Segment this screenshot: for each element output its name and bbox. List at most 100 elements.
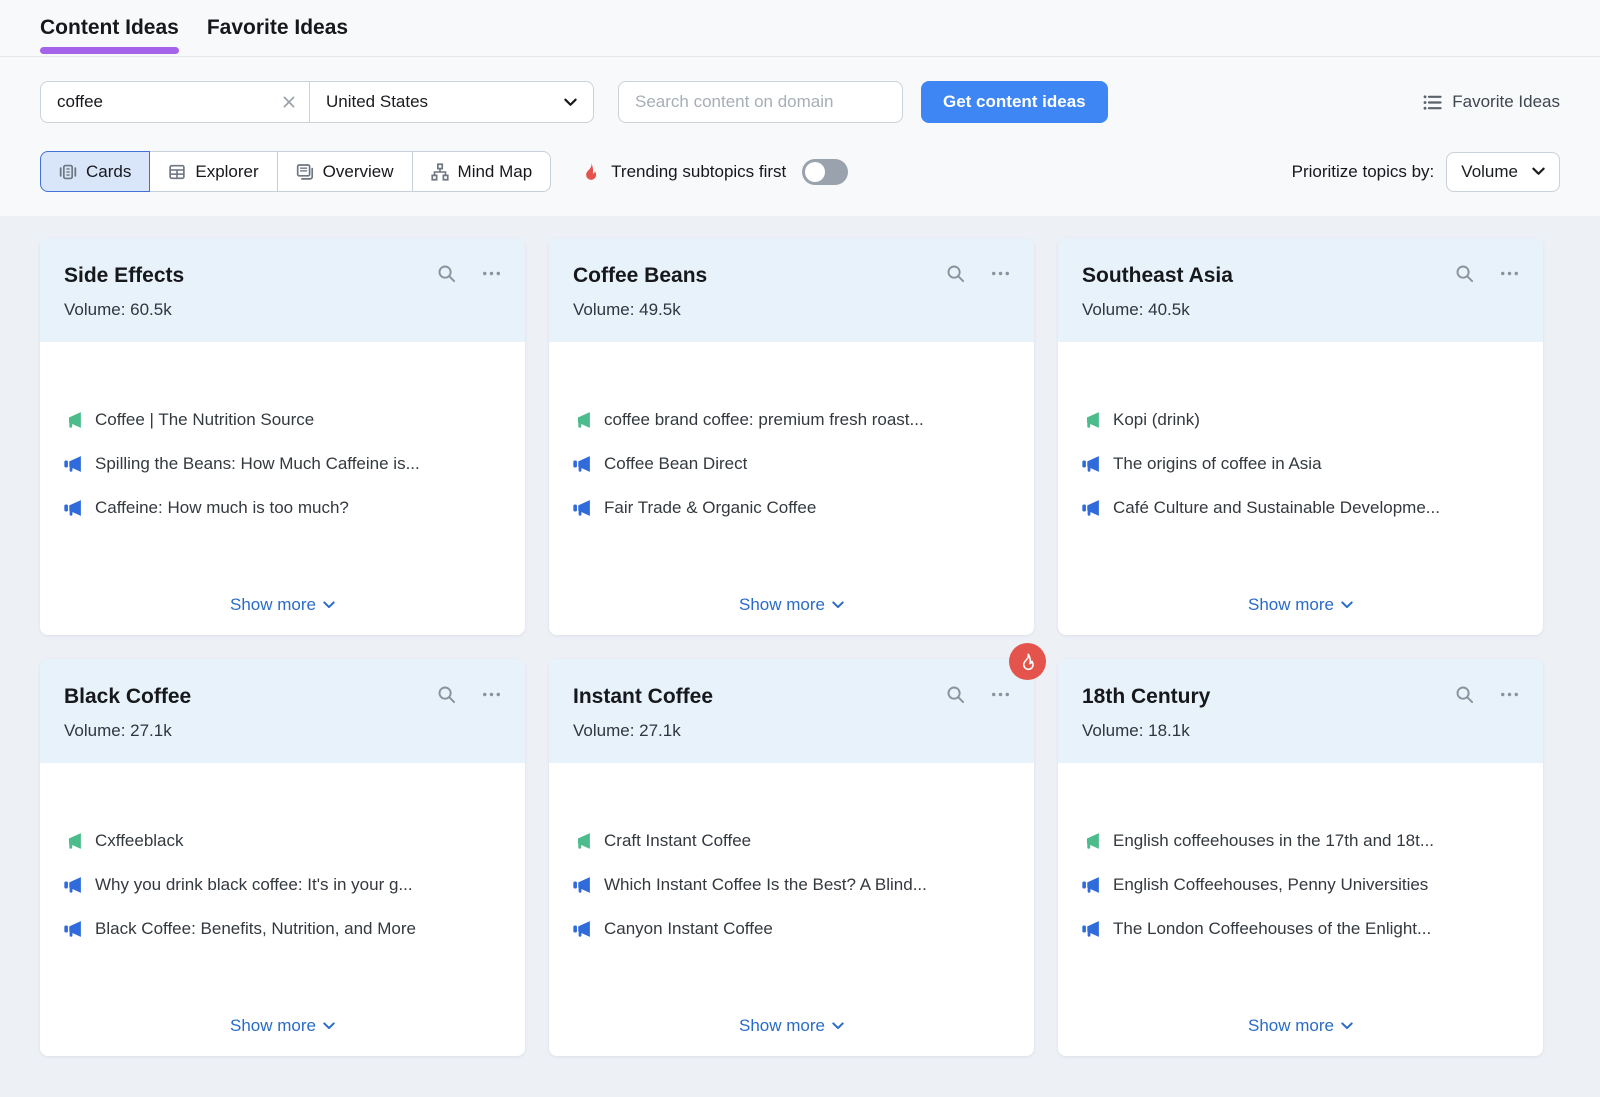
idea-link[interactable]: coffee brand coffee: premium fresh roast… [573,398,1010,442]
chevron-down-icon [1341,601,1353,609]
idea-link[interactable]: Fair Trade & Organic Coffee [573,486,1010,530]
card-header: Southeast Asia Volume: 40.5k [1058,238,1543,342]
view-button-overview[interactable]: Overview [277,151,413,192]
trending-toggle[interactable] [802,159,848,185]
idea-link[interactable]: Black Coffee: Benefits, Nutrition, and M… [64,907,501,951]
view-button-explorer[interactable]: Explorer [149,151,277,192]
card-volume: Volume: 18.1k [1082,721,1519,741]
trending-filter: Trending subtopics first [581,159,848,185]
more-menu-icon[interactable] [482,685,501,704]
search-icon[interactable] [946,264,965,283]
idea-text: Craft Instant Coffee [604,831,751,851]
idea-link[interactable]: Craft Instant Coffee [573,819,1010,863]
more-menu-icon[interactable] [1500,264,1519,283]
megaphone-blue-icon [573,499,591,517]
idea-link[interactable]: Caffeine: How much is too much? [64,486,501,530]
chevron-down-icon [323,601,335,609]
card-title: Coffee Beans [573,264,707,288]
tab-content-ideas[interactable]: Content Ideas [40,0,179,56]
show-more-link[interactable]: Show more [1248,1016,1353,1042]
card-body: Cxffeeblack Why you drink black coffee: … [40,763,525,1056]
megaphone-green-icon [573,832,591,850]
topic-card-18th-century: 18th Century Volume: 18.1k English coffe… [1058,659,1543,1056]
show-more-link[interactable]: Show more [230,595,335,621]
fire-icon [581,162,601,182]
megaphone-green-icon [573,411,591,429]
show-more-link[interactable]: Show more [739,595,844,621]
topic-card-coffee-beans: Coffee Beans Volume: 49.5k coffee brand … [549,238,1034,635]
more-menu-icon[interactable] [1500,685,1519,704]
megaphone-green-icon [1082,411,1100,429]
idea-link[interactable]: English coffeehouses in the 17th and 18t… [1082,819,1519,863]
more-menu-icon[interactable] [482,264,501,283]
search-icon[interactable] [437,685,456,704]
favorite-ideas-link[interactable]: Favorite Ideas [1423,92,1560,112]
megaphone-blue-icon [1082,876,1100,894]
idea-text: coffee brand coffee: premium fresh roast… [604,410,924,430]
idea-text: Spilling the Beans: How Much Caffeine is… [95,454,420,474]
search-icon[interactable] [946,685,965,704]
card-volume: Volume: 49.5k [573,300,1010,320]
tab-favorite-ideas[interactable]: Favorite Ideas [207,0,348,56]
search-icon[interactable] [437,264,456,283]
idea-link[interactable]: Canyon Instant Coffee [573,907,1010,951]
view-button-cards[interactable]: Cards [40,151,150,192]
megaphone-blue-icon [573,876,591,894]
idea-link[interactable]: The origins of coffee in Asia [1082,442,1519,486]
card-body: Craft Instant Coffee Which Instant Coffe… [549,763,1034,1056]
fire-icon [1017,651,1039,673]
idea-link[interactable]: Spilling the Beans: How Much Caffeine is… [64,442,501,486]
idea-link[interactable]: Kopi (drink) [1082,398,1519,442]
view-button-cards-label: Cards [86,162,131,182]
tab-content-ideas-label: Content Ideas [40,16,179,40]
chevron-down-icon [832,601,844,609]
card-body: Kopi (drink) The origins of coffee in As… [1058,342,1543,635]
topic-card-side-effects: Side Effects Volume: 60.5k Coffee | The … [40,238,525,635]
idea-link[interactable]: Why you drink black coffee: It's in your… [64,863,501,907]
prioritize-select[interactable]: Volume [1446,152,1560,192]
idea-link[interactable]: English Coffeehouses, Penny Universities [1082,863,1519,907]
idea-link[interactable]: Coffee | The Nutrition Source [64,398,501,442]
search-icon[interactable] [1455,685,1474,704]
idea-text: English Coffeehouses, Penny Universities [1113,875,1428,895]
card-title: Southeast Asia [1082,264,1233,288]
more-menu-icon[interactable] [991,264,1010,283]
idea-link[interactable]: Which Instant Coffee Is the Best? A Blin… [573,863,1010,907]
more-menu-icon[interactable] [991,685,1010,704]
chevron-down-icon [1532,167,1545,176]
chevron-down-icon [1341,1022,1353,1030]
idea-link[interactable]: The London Coffeehouses of the Enlight..… [1082,907,1519,951]
idea-link[interactable]: Coffee Bean Direct [573,442,1010,486]
card-title: 18th Century [1082,685,1210,709]
idea-link[interactable]: Café Culture and Sustainable Developme..… [1082,486,1519,530]
idea-text: Café Culture and Sustainable Developme..… [1113,498,1440,518]
megaphone-blue-icon [573,455,591,473]
top-zone: Content Ideas Favorite Ideas United Stat… [0,0,1600,216]
idea-text: The London Coffeehouses of the Enlight..… [1113,919,1431,939]
country-select[interactable]: United States [309,81,594,123]
view-button-mindmap[interactable]: Mind Map [412,151,552,192]
get-content-ideas-button[interactable]: Get content ideas [921,81,1108,123]
megaphone-blue-icon [64,455,82,473]
sitemap-icon [431,163,449,181]
search-icon[interactable] [1455,264,1474,283]
view-toolbar: Cards Explorer Overview Mind Map Trendin… [0,151,1600,192]
show-more-link[interactable]: Show more [230,1016,335,1042]
keyword-input[interactable] [57,92,281,112]
card-header: 18th Century Volume: 18.1k [1058,659,1543,763]
megaphone-blue-icon [1082,920,1100,938]
cards-icon [59,163,77,181]
show-more-link[interactable]: Show more [1248,595,1353,621]
show-more-link[interactable]: Show more [739,1016,844,1042]
clear-keyword-icon[interactable] [281,94,297,110]
idea-text: Coffee | The Nutrition Source [95,410,314,430]
keyword-input-wrap [40,81,310,123]
prioritize-group: Prioritize topics by: Volume [1292,152,1560,192]
card-body: Coffee | The Nutrition Source Spilling t… [40,342,525,635]
list-icon [1423,93,1442,112]
card-volume: Volume: 27.1k [573,721,1010,741]
domain-search-input[interactable] [618,81,903,123]
megaphone-blue-icon [64,499,82,517]
idea-text: Kopi (drink) [1113,410,1200,430]
idea-link[interactable]: Cxffeeblack [64,819,501,863]
